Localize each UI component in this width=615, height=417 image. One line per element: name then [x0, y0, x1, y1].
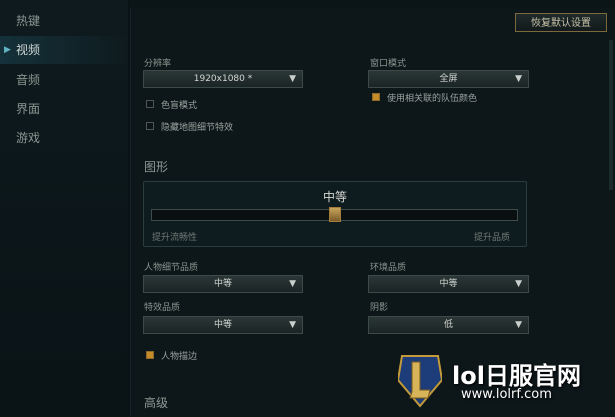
sidebar-item-hotkeys[interactable]: 热键: [0, 7, 128, 35]
sidebar-item-game[interactable]: 游戏: [0, 124, 128, 152]
colorblind-checkbox[interactable]: [146, 100, 154, 108]
sidebar-item-label: 热键: [16, 14, 41, 28]
character-quality-label: 人物细节品质: [144, 263, 199, 273]
lol-logo-icon: [398, 355, 442, 408]
hide-eyecandy-checkbox[interactable]: [146, 122, 154, 130]
advanced-section-title: 高级: [144, 396, 169, 410]
slider-hint-right: 提升品质: [474, 233, 511, 243]
character-inking-label: 人物描边: [161, 352, 198, 362]
sidebar-item-interface[interactable]: 界面: [0, 95, 128, 123]
resolution-select[interactable]: 1920x1080 * ▼: [143, 70, 303, 88]
sidebar-item-label: 游戏: [16, 131, 41, 145]
active-arrow-icon: ▶: [4, 45, 11, 55]
shadows-select[interactable]: 低 ▼: [368, 316, 529, 334]
restore-defaults-button[interactable]: 恢复默认设置: [515, 13, 607, 32]
window-mode-label: 窗口模式: [370, 59, 407, 69]
environment-quality-select[interactable]: 中等 ▼: [368, 275, 529, 293]
graphics-section-title: 图形: [144, 160, 169, 174]
effects-quality-value: 中等: [213, 320, 232, 330]
effects-quality-select[interactable]: 中等 ▼: [143, 316, 303, 334]
sidebar-item-video[interactable]: ▶ 视频: [0, 36, 128, 64]
dropdown-caret-icon: ▼: [289, 74, 296, 84]
team-colors-checkbox[interactable]: [372, 93, 380, 101]
hide-eyecandy-label: 隐藏地图细节特效: [161, 123, 234, 133]
effects-quality-label: 特效品质: [144, 303, 181, 313]
dropdown-caret-icon: ▼: [515, 320, 522, 330]
slider-hint-left: 提升流畅性: [152, 233, 198, 243]
sidebar-item-label: 界面: [16, 102, 41, 116]
dropdown-caret-icon: ▼: [289, 320, 296, 330]
watermark-url: www.lolrf.com: [461, 387, 552, 402]
settings-sidebar: 热键 ▶ 视频 音频 界面 游戏: [0, 0, 129, 417]
sidebar-item-label: 视频: [16, 43, 41, 57]
team-colors-label: 使用相关联的队伍颜色: [387, 94, 478, 104]
watermark-title: lol日服官网: [452, 362, 581, 390]
slider-handle[interactable]: [328, 207, 341, 222]
sidebar-item-label: 音频: [16, 73, 41, 87]
dropdown-caret-icon: ▼: [515, 279, 522, 289]
colorblind-label: 色盲模式: [161, 101, 198, 111]
dropdown-caret-icon: ▼: [289, 279, 296, 289]
sidebar-item-audio[interactable]: 音频: [0, 66, 128, 94]
resolution-value: 1920x1080 *: [193, 74, 253, 84]
scrollbar[interactable]: [609, 40, 613, 190]
shadows-value: 低: [443, 320, 453, 330]
character-inking-checkbox[interactable]: [146, 351, 154, 359]
environment-quality-label: 环境品质: [370, 263, 407, 273]
resolution-label: 分辨率: [144, 59, 172, 69]
character-quality-value: 中等: [213, 279, 232, 289]
dropdown-caret-icon: ▼: [515, 74, 522, 84]
window-mode-value: 全屏: [439, 74, 458, 84]
window-mode-select[interactable]: 全屏 ▼: [368, 70, 529, 88]
environment-quality-value: 中等: [439, 279, 458, 289]
character-quality-select[interactable]: 中等 ▼: [143, 275, 303, 293]
shadows-label: 阴影: [370, 303, 389, 313]
graphics-quality-label: 中等: [322, 190, 347, 204]
